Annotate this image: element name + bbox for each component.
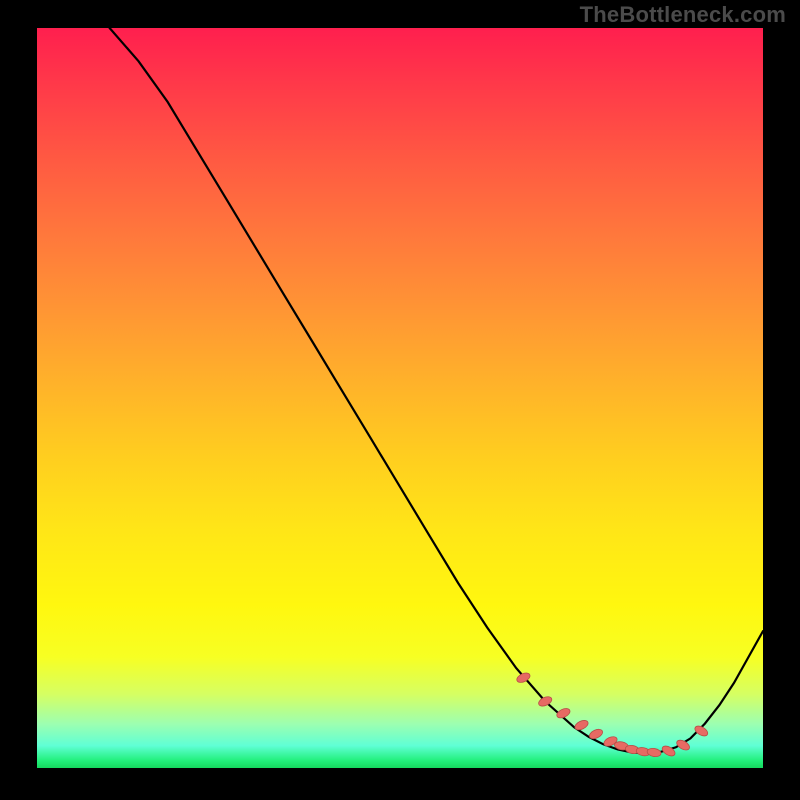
chart-svg xyxy=(37,28,763,768)
marker-dot xyxy=(661,744,677,758)
plot-area xyxy=(37,28,763,768)
marker-dot xyxy=(555,707,571,720)
watermark-text: TheBottleneck.com xyxy=(580,2,786,28)
marker-dot xyxy=(647,747,662,757)
chart-markers xyxy=(515,671,709,758)
chart-curve xyxy=(110,28,763,753)
chart-frame: TheBottleneck.com xyxy=(0,0,800,800)
